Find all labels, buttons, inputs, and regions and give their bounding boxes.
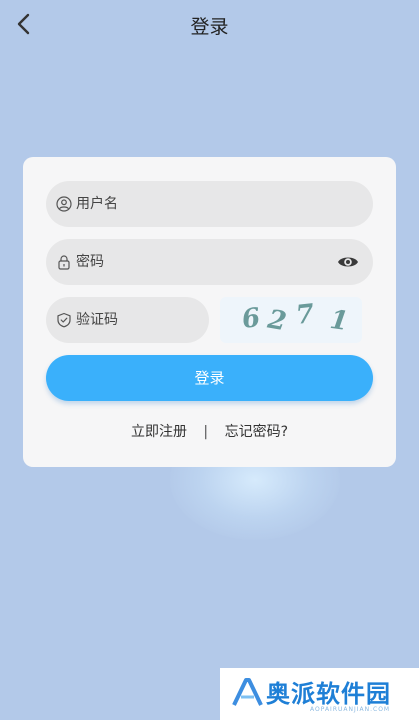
captcha-field[interactable] bbox=[46, 297, 209, 343]
password-input[interactable] bbox=[76, 239, 326, 285]
captcha-image[interactable]: 6 2 7 1 bbox=[220, 297, 362, 343]
watermark: 奥派软件园 AOPAIRUANJIAN.COM bbox=[220, 668, 419, 720]
brand-logo-icon bbox=[232, 678, 263, 706]
captcha-digit: 1 bbox=[328, 304, 351, 338]
captcha-digit: 2 bbox=[265, 304, 289, 338]
register-link[interactable]: 立即注册 bbox=[131, 421, 187, 441]
forgot-password-link[interactable]: 忘记密码? bbox=[225, 421, 288, 441]
username-field[interactable] bbox=[46, 181, 373, 227]
link-separator: | bbox=[203, 424, 209, 440]
shield-icon bbox=[57, 312, 71, 328]
footer-links: 立即注册 | 忘记密码? bbox=[23, 421, 396, 441]
login-button[interactable]: 登录 bbox=[46, 355, 373, 401]
watermark-brand: 奥派软件园 bbox=[266, 680, 391, 708]
top-bar: 登录 bbox=[0, 0, 419, 48]
user-icon bbox=[56, 196, 72, 212]
lock-icon bbox=[58, 255, 70, 270]
captcha-digit: 6 bbox=[240, 302, 263, 336]
password-field[interactable] bbox=[46, 239, 373, 285]
login-card: 6 2 7 1 登录 立即注册 | 忘记密码? bbox=[23, 157, 396, 467]
username-input[interactable] bbox=[76, 181, 356, 227]
watermark-sub: AOPAIRUANJIAN.COM bbox=[310, 706, 391, 713]
captcha-input[interactable] bbox=[76, 297, 196, 343]
eye-icon[interactable] bbox=[337, 252, 359, 272]
page-title: 登录 bbox=[190, 16, 229, 38]
captcha-digit: 7 bbox=[294, 299, 316, 331]
